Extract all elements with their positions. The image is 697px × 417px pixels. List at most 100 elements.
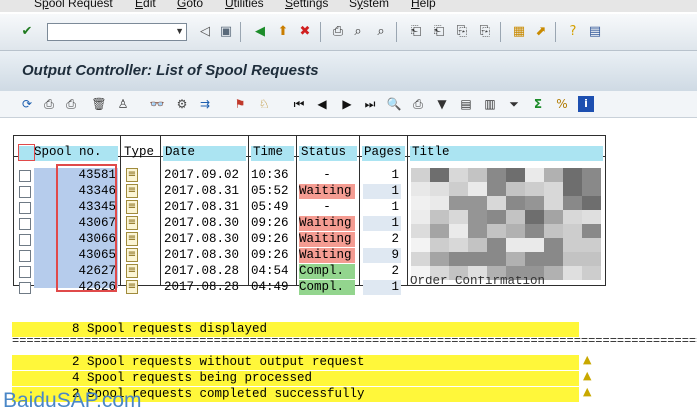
triangle-icon[interactable]: ▲	[583, 353, 597, 366]
menu-settings[interactable]: Settings	[285, 0, 328, 10]
document-icon[interactable]: ≡	[126, 280, 138, 294]
document-icon[interactable]: ≡	[126, 168, 138, 182]
prev-page-icon[interactable]: ⎗	[431, 24, 447, 40]
enter-icon[interactable]: ✔	[19, 24, 35, 40]
filter-icon[interactable]: ▼	[434, 96, 450, 112]
menu-help[interactable]: Help	[411, 0, 436, 10]
row-checkbox[interactable]	[19, 186, 31, 198]
blurred-title-block	[449, 252, 468, 266]
column-header-pages[interactable]: Pages	[359, 135, 408, 161]
column-header-type[interactable]: Type	[120, 135, 161, 159]
next-icon[interactable]: ▶	[339, 96, 355, 112]
row-checkbox[interactable]	[19, 170, 31, 182]
blurred-title-block	[525, 196, 544, 210]
sort-icon[interactable]: ▤	[458, 96, 474, 112]
document-icon[interactable]: ≡	[126, 184, 138, 198]
save-icon[interactable]: ▣	[218, 24, 234, 40]
shortcut-icon[interactable]: ⬈	[533, 24, 549, 40]
menu-utilities[interactable]: Utilities	[225, 0, 264, 10]
triangle-icon[interactable]: ▲	[583, 369, 597, 382]
column-header-status[interactable]: Status	[296, 135, 360, 161]
delete-icon[interactable]: 🗑	[91, 96, 107, 112]
blurred-title-block	[430, 210, 449, 224]
change-layout-icon[interactable]: ▥	[482, 96, 498, 112]
next-page-icon[interactable]: ⎘	[454, 24, 470, 40]
column-header-title[interactable]: Title	[407, 135, 606, 161]
sum-icon[interactable]: Σ	[530, 96, 546, 112]
print-icon[interactable]: ⎙	[330, 24, 346, 40]
print-changed-icon[interactable]: ⎙	[63, 96, 79, 112]
row-checkbox[interactable]	[19, 202, 31, 214]
details-icon[interactable]: 🔍	[386, 96, 402, 112]
cancel-icon[interactable]: ✖	[297, 24, 313, 40]
last-page-icon[interactable]: ⎘	[477, 24, 493, 40]
menu-goto[interactable]: Goto	[177, 0, 203, 10]
column-header-time[interactable]: Time	[248, 135, 297, 161]
tsp-icon[interactable]: ⎙	[410, 96, 426, 112]
find-next-icon[interactable]: ⌕	[373, 24, 389, 40]
refresh-icon[interactable]: ⟳	[19, 96, 35, 112]
last-icon[interactable]: ⏭	[362, 96, 378, 112]
row-checkbox[interactable]	[19, 250, 31, 262]
chevron-down-icon[interactable]: ▼	[175, 26, 184, 36]
blurred-title-block	[506, 196, 525, 210]
attributes-icon[interactable]: ⚑	[232, 96, 248, 112]
blurred-title-block	[544, 224, 563, 238]
title-fragment: Order Confirmation	[410, 276, 546, 286]
display-icon[interactable]: 👓	[149, 96, 165, 112]
blurred-title-block	[468, 224, 487, 238]
blurred-title-block	[525, 168, 544, 182]
forward-icon[interactable]: ⇉	[197, 96, 213, 112]
date-value: 2017.08.28	[164, 264, 240, 278]
blurred-title-block	[468, 210, 487, 224]
first-page-icon[interactable]: ⎗	[408, 24, 424, 40]
blurred-title-block	[563, 238, 582, 252]
row-checkbox[interactable]	[19, 266, 31, 278]
page-count: 1	[363, 216, 401, 231]
find-icon[interactable]: ⌕	[350, 24, 366, 40]
blurred-title-block	[544, 238, 563, 252]
left-arrow-icon[interactable]: ◁	[197, 24, 213, 40]
blurred-title-block	[468, 238, 487, 252]
column-header-date[interactable]: Date	[160, 135, 249, 161]
row-checkbox[interactable]	[19, 234, 31, 246]
page-title: Output Controller: List of Spool Request…	[22, 62, 319, 79]
row-checkbox[interactable]	[19, 218, 31, 230]
column-header-spool[interactable]: Spool no.	[13, 135, 121, 161]
exit-icon[interactable]: ⬆	[275, 24, 291, 40]
first-icon[interactable]: ⏮	[291, 96, 307, 112]
output-requests-icon[interactable]: ♘	[256, 96, 272, 112]
back-icon[interactable]: ◀	[252, 24, 268, 40]
user-icon[interactable]: ♙	[115, 96, 131, 112]
blurred-title-block	[487, 238, 506, 252]
document-icon[interactable]: ≡	[126, 248, 138, 262]
menu-edit[interactable]: Edit	[135, 0, 156, 10]
info-icon[interactable]: i	[578, 96, 594, 112]
menu-spool-request[interactable]: Spool Request	[34, 0, 113, 10]
document-icon[interactable]: ≡	[126, 216, 138, 230]
page-count: 2	[363, 264, 401, 279]
previous-icon[interactable]: ◀	[314, 96, 330, 112]
menu-system[interactable]: System	[349, 0, 389, 10]
funnel-icon[interactable]: ⏷	[506, 96, 522, 112]
blurred-title-block	[430, 224, 449, 238]
settings-icon[interactable]: ⚙	[174, 96, 190, 112]
triangle-icon[interactable]: ▲	[583, 385, 597, 398]
create-session-icon[interactable]: ▦	[511, 24, 527, 40]
row-checkbox[interactable]	[19, 282, 31, 294]
command-input[interactable]	[48, 24, 174, 40]
blurred-title-block	[449, 196, 468, 210]
document-icon[interactable]: ≡	[126, 200, 138, 214]
blurred-title-block	[487, 168, 506, 182]
document-icon[interactable]: ≡	[126, 232, 138, 246]
help-icon[interactable]: ?	[565, 24, 581, 40]
document-icon[interactable]: ≡	[126, 264, 138, 278]
print-icon[interactable]: ⎙	[41, 96, 57, 112]
time-value: 09:26	[251, 232, 289, 246]
layout-icon[interactable]: ▤	[587, 24, 603, 40]
summary-displayed: 8 Spool requests displayed	[12, 322, 579, 337]
export-icon[interactable]: %	[554, 96, 570, 112]
command-field[interactable]: ▼	[47, 23, 187, 41]
summary-processing: 4 Spool requests being processed	[12, 371, 579, 386]
blurred-title-block	[525, 238, 544, 252]
